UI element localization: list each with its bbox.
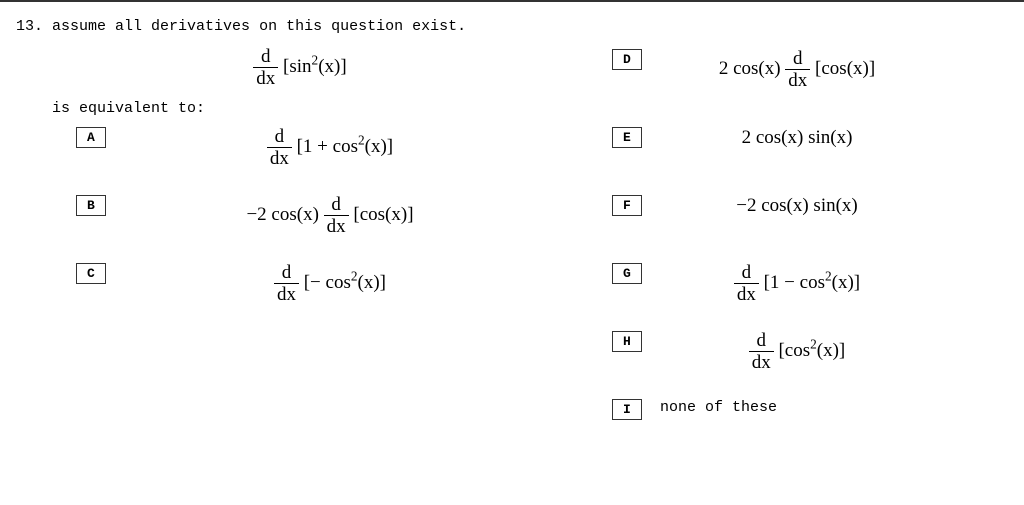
option-A-label: A	[76, 127, 106, 148]
option-D-block: D 2 cos(x) ddx [cos(x)]	[600, 49, 1024, 119]
option-A-expression: ddx [1 + cos2(x)]	[120, 127, 540, 168]
option-B-label: B	[76, 195, 106, 216]
question-number: 13.	[16, 18, 43, 35]
option-G-label: G	[612, 263, 642, 284]
option-F-button[interactable]: F	[612, 195, 642, 216]
option-G-button[interactable]: G	[612, 263, 642, 284]
option-B-block: B −2 cos(x) ddx [cos(x)]	[0, 195, 600, 255]
option-D-label: D	[612, 49, 642, 70]
question-page: 13. assume all derivatives on this quest…	[0, 0, 1024, 447]
left-column: ddx [sin2(x)] is equivalent to: A ddx [1…	[0, 41, 600, 437]
question-header: 13. assume all derivatives on this quest…	[16, 18, 1024, 35]
option-H-button[interactable]: H	[612, 331, 642, 352]
option-G-block: G ddx [1 − cos2(x)]	[600, 263, 1024, 323]
option-F-label: F	[612, 195, 642, 216]
option-H-label: H	[612, 331, 642, 352]
option-F-expression: −2 cos(x) sin(x)	[600, 195, 1024, 217]
option-I-label: I	[612, 399, 642, 420]
right-column: D 2 cos(x) ddx [cos(x)] E 2 cos(x) sin(x…	[600, 41, 1024, 437]
option-H-block: H ddx [cos2(x)]	[600, 331, 1024, 391]
option-C-label: C	[76, 263, 106, 284]
option-B-button[interactable]: B	[76, 195, 106, 216]
option-C-button[interactable]: C	[76, 263, 106, 284]
option-I-block: I none of these	[600, 399, 1024, 429]
option-A-block: A ddx [1 + cos2(x)]	[0, 127, 600, 187]
option-G-expression: ddx [1 − cos2(x)]	[600, 263, 1024, 304]
question-prompt: assume all derivatives on this question …	[52, 18, 466, 35]
option-H-expression: ddx [cos2(x)]	[600, 331, 1024, 372]
option-E-expression: 2 cos(x) sin(x)	[600, 127, 1024, 149]
option-C-expression: ddx [− cos2(x)]	[120, 263, 540, 304]
option-I-text: none of these	[660, 399, 777, 416]
option-E-block: E 2 cos(x) sin(x)	[600, 127, 1024, 187]
option-E-label: E	[612, 127, 642, 148]
option-D-expression: 2 cos(x) ddx [cos(x)]	[600, 49, 1024, 90]
main-expression: ddx [sin2(x)]	[120, 47, 480, 88]
content-columns: ddx [sin2(x)] is equivalent to: A ddx [1…	[0, 41, 1024, 437]
option-E-button[interactable]: E	[612, 127, 642, 148]
option-I-button[interactable]: I	[612, 399, 642, 420]
option-F-block: F −2 cos(x) sin(x)	[600, 195, 1024, 255]
option-B-expression: −2 cos(x) ddx [cos(x)]	[120, 195, 540, 236]
option-A-button[interactable]: A	[76, 127, 106, 148]
equivalent-text: is equivalent to:	[52, 100, 600, 117]
option-D-button[interactable]: D	[612, 49, 642, 70]
option-C-block: C ddx [− cos2(x)]	[0, 263, 600, 323]
